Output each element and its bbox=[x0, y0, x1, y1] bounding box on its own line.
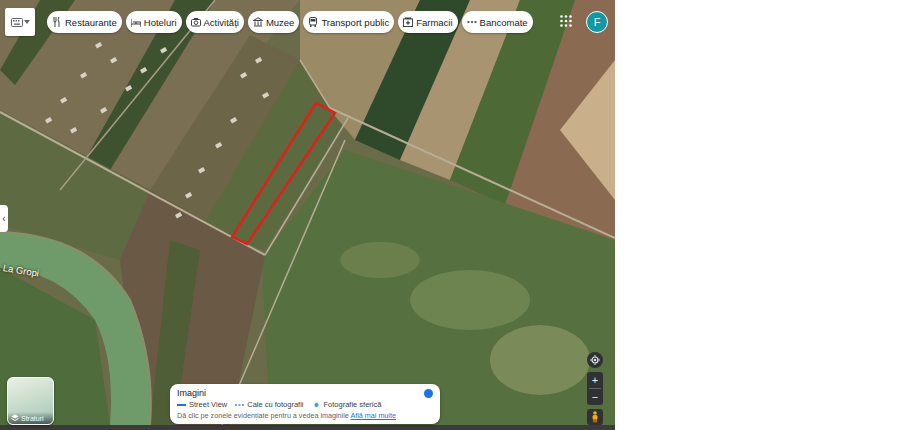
imagery-panel: Imagini Street View Cale cu fotografii Foto… bbox=[170, 384, 440, 424]
museum-icon bbox=[253, 17, 263, 27]
layers-label: Straturi bbox=[21, 415, 44, 422]
apps-grid-icon bbox=[560, 15, 572, 27]
dot-swatch-icon bbox=[312, 402, 321, 408]
category-chip[interactable]: Bancomate bbox=[462, 11, 533, 33]
satellite-imagery bbox=[0, 0, 615, 425]
imagery-toggle[interactable] bbox=[424, 389, 433, 398]
category-chip[interactable]: Restaurante bbox=[47, 11, 122, 33]
chip-label: Farmacii bbox=[416, 17, 452, 28]
category-chips: Restaurante Hoteluri Activități Muzee Transp… bbox=[47, 11, 533, 33]
top-bar: Restaurante Hoteluri Activități Muzee Transp… bbox=[5, 8, 608, 36]
keyboard-icon bbox=[11, 18, 23, 27]
legend-item: Street View bbox=[177, 400, 227, 409]
layers-button[interactable]: Straturi bbox=[7, 377, 54, 425]
collapse-side-panel[interactable]: ‹ bbox=[0, 205, 8, 232]
restaurant-icon bbox=[52, 17, 62, 27]
layers-label-bar: Straturi bbox=[8, 412, 53, 424]
my-location-button[interactable] bbox=[587, 352, 603, 368]
category-chip[interactable]: Farmacii bbox=[398, 11, 457, 33]
crosshair-icon bbox=[590, 355, 600, 365]
account-avatar[interactable]: F bbox=[586, 11, 608, 33]
imagery-title: Imagini bbox=[177, 388, 206, 398]
hint-text: Dă clic pe zonele evidențiate pentru a v… bbox=[177, 411, 349, 420]
category-chip[interactable]: Muzee bbox=[248, 11, 300, 33]
line-swatch-icon bbox=[177, 402, 186, 408]
map-view[interactable]: La GropiRestauranteHoteluriActivitățiMuz… bbox=[0, 0, 615, 430]
chip-label: Hoteluri bbox=[144, 17, 177, 28]
zoom-separator bbox=[589, 388, 601, 389]
layers-icon bbox=[11, 414, 19, 422]
category-chip[interactable]: Transport public bbox=[303, 11, 394, 33]
chip-label: Muzee bbox=[266, 17, 295, 28]
street-view-pegman[interactable] bbox=[587, 409, 603, 425]
apps-button[interactable] bbox=[560, 13, 572, 31]
chip-label: Bancomate bbox=[480, 17, 528, 28]
pegman-icon bbox=[591, 411, 599, 423]
zoom-in-button[interactable]: + bbox=[587, 372, 603, 388]
dashed-swatch-icon bbox=[235, 402, 244, 408]
legend-label: Fotografie sferică bbox=[324, 400, 382, 409]
attribution-strip bbox=[0, 425, 615, 430]
camera-icon bbox=[191, 17, 201, 27]
hotel-icon bbox=[131, 17, 141, 27]
imagery-legend: Street View Cale cu fotografii Fotografie … bbox=[177, 400, 433, 409]
chip-label: Activități bbox=[204, 17, 239, 28]
zoom-controls: +− bbox=[587, 372, 603, 405]
imagery-hint: Dă clic pe zonele evidențiate pentru a v… bbox=[177, 411, 433, 420]
account-tools: F bbox=[560, 11, 608, 33]
zoom-out-button[interactable]: − bbox=[587, 389, 603, 405]
legend-item: Cale cu fotografii bbox=[235, 400, 303, 409]
category-chip[interactable]: Hoteluri bbox=[126, 11, 182, 33]
pharmacy-icon bbox=[403, 17, 413, 27]
legend-label: Cale cu fotografii bbox=[247, 400, 303, 409]
keyboard-button[interactable] bbox=[5, 8, 35, 36]
atm-icon bbox=[467, 17, 477, 27]
chip-label: Restaurante bbox=[65, 17, 117, 28]
bus-icon bbox=[308, 17, 318, 27]
map-controls: +− bbox=[587, 352, 603, 425]
category-chip[interactable]: Activități bbox=[186, 11, 244, 33]
legend-item: Fotografie sferică bbox=[312, 400, 382, 409]
blank-area bbox=[615, 0, 900, 430]
legend-label: Street View bbox=[189, 400, 227, 409]
chip-label: Transport public bbox=[321, 17, 389, 28]
imagery-header: Imagini bbox=[177, 388, 433, 398]
dropdown-arrow-icon bbox=[24, 20, 30, 24]
learn-more-link[interactable]: Află mai multe bbox=[350, 411, 396, 420]
